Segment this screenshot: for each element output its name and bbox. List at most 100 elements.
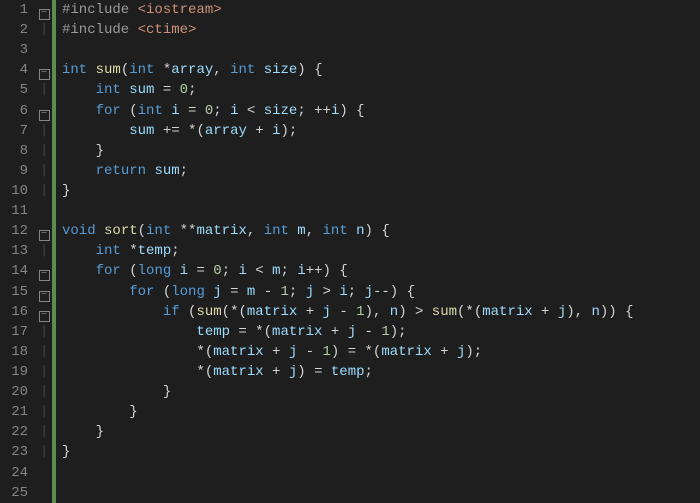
- token-punct: ,: [213, 62, 230, 78]
- code-line[interactable]: sum += *(array + i);: [62, 121, 634, 141]
- token-punct: -: [255, 284, 280, 300]
- token-param: matrix: [272, 324, 322, 340]
- token-punct: +: [297, 304, 322, 320]
- line-number: 4: [0, 60, 28, 80]
- token-fn: sum: [196, 304, 221, 320]
- token-param: j: [365, 284, 373, 300]
- code-line[interactable]: if (sum(*(matrix + j - 1), n) > sum(*(ma…: [62, 302, 634, 322]
- fold-marker: [36, 483, 52, 503]
- fold-marker: │: [36, 422, 52, 442]
- token-punct: ;: [171, 243, 179, 259]
- fold-marker: [36, 40, 52, 60]
- code-line[interactable]: *(matrix + j) = temp;: [62, 362, 634, 382]
- fold-minus-icon[interactable]: −: [39, 311, 50, 322]
- token-type: int: [264, 223, 298, 239]
- token-punct: ,: [306, 223, 323, 239]
- fold-marker[interactable]: −: [36, 101, 52, 121]
- token-param: matrix: [213, 344, 263, 360]
- token-type: int: [146, 223, 180, 239]
- token-param: j: [348, 324, 356, 340]
- code-line[interactable]: [62, 483, 634, 503]
- code-line[interactable]: for (int i = 0; i < size; ++i) {: [62, 101, 634, 121]
- code-line[interactable]: }: [62, 402, 634, 422]
- token-punct: +: [533, 304, 558, 320]
- fold-minus-icon[interactable]: −: [39, 69, 50, 80]
- code-line[interactable]: #include <ctime>: [62, 20, 634, 40]
- fold-marker: [36, 201, 52, 221]
- code-line[interactable]: return sum;: [62, 161, 634, 181]
- code-line[interactable]: [62, 201, 634, 221]
- code-line[interactable]: void sort(int **matrix, int m, int n) {: [62, 221, 634, 241]
- fold-marker[interactable]: −: [36, 282, 52, 302]
- code-area[interactable]: #include <iostream>#include <ctime> int s…: [56, 0, 634, 503]
- code-line[interactable]: }: [62, 422, 634, 442]
- fold-marker: │: [36, 442, 52, 462]
- code-editor[interactable]: 1234567891011121314151617181920212223242…: [0, 0, 700, 503]
- code-line[interactable]: int sum = 0;: [62, 80, 634, 100]
- code-line[interactable]: }: [62, 382, 634, 402]
- code-line[interactable]: for (long j = m - 1; j > i; j--) {: [62, 282, 634, 302]
- token-punct: ++) {: [306, 263, 348, 279]
- token-param: n: [356, 223, 364, 239]
- fold-marker[interactable]: −: [36, 221, 52, 241]
- token-punct: ;: [180, 163, 188, 179]
- fold-minus-icon[interactable]: −: [39, 9, 50, 20]
- code-line[interactable]: temp = *(matrix + j - 1);: [62, 322, 634, 342]
- code-line[interactable]: for (long i = 0; i < m; i++) {: [62, 261, 634, 281]
- code-line[interactable]: *(matrix + j - 1) = *(matrix + j);: [62, 342, 634, 362]
- token-punct: [62, 163, 96, 179]
- token-punct: ) = *(: [331, 344, 381, 360]
- line-number: 3: [0, 40, 28, 60]
- code-line[interactable]: }: [62, 181, 634, 201]
- token-punct: ;: [213, 103, 230, 119]
- token-punct: *(: [62, 344, 213, 360]
- fold-minus-icon[interactable]: −: [39, 270, 50, 281]
- token-punct: }: [62, 183, 70, 199]
- token-punct: );: [390, 324, 407, 340]
- fold-minus-icon[interactable]: −: [39, 230, 50, 241]
- code-line[interactable]: }: [62, 141, 634, 161]
- token-punct: <: [247, 263, 272, 279]
- token-punct: [62, 304, 163, 320]
- code-line[interactable]: }: [62, 442, 634, 462]
- token-punct: ,: [247, 223, 264, 239]
- token-punct: (: [121, 62, 129, 78]
- code-line[interactable]: int sum(int *array, int size) {: [62, 60, 634, 80]
- token-preproc-kw: #include: [62, 22, 138, 38]
- token-punct: =: [180, 103, 205, 119]
- code-line[interactable]: [62, 463, 634, 483]
- code-line[interactable]: int *temp;: [62, 241, 634, 261]
- token-type: long: [171, 284, 213, 300]
- token-param: temp: [331, 364, 365, 380]
- token-punct: }: [62, 384, 171, 400]
- token-punct: [62, 82, 96, 98]
- fold-marker[interactable]: −: [36, 60, 52, 80]
- token-punct: ) >: [398, 304, 432, 320]
- token-punct: ),: [566, 304, 591, 320]
- fold-gutter[interactable]: −│−│−││││−│−−−│││││││: [36, 0, 52, 503]
- code-line[interactable]: [62, 40, 634, 60]
- token-param: m: [297, 223, 305, 239]
- line-number: 20: [0, 382, 28, 402]
- line-number: 19: [0, 362, 28, 382]
- fold-minus-icon[interactable]: −: [39, 110, 50, 121]
- token-punct: -: [356, 324, 381, 340]
- token-param: i: [339, 284, 347, 300]
- token-punct: [62, 103, 96, 119]
- line-number: 14: [0, 261, 28, 281]
- token-num: 0: [213, 263, 221, 279]
- token-punct: [62, 284, 129, 300]
- fold-marker[interactable]: −: [36, 0, 52, 20]
- token-param: sum: [154, 163, 179, 179]
- code-line[interactable]: #include <iostream>: [62, 0, 634, 20]
- fold-minus-icon[interactable]: −: [39, 291, 50, 302]
- line-number: 13: [0, 241, 28, 261]
- line-number: 7: [0, 121, 28, 141]
- token-num: 1: [281, 284, 289, 300]
- token-punct: (: [121, 103, 138, 119]
- token-punct: [62, 243, 96, 259]
- fold-marker[interactable]: −: [36, 302, 52, 322]
- fold-marker[interactable]: −: [36, 261, 52, 281]
- token-type: int: [138, 103, 172, 119]
- token-punct: +: [264, 364, 289, 380]
